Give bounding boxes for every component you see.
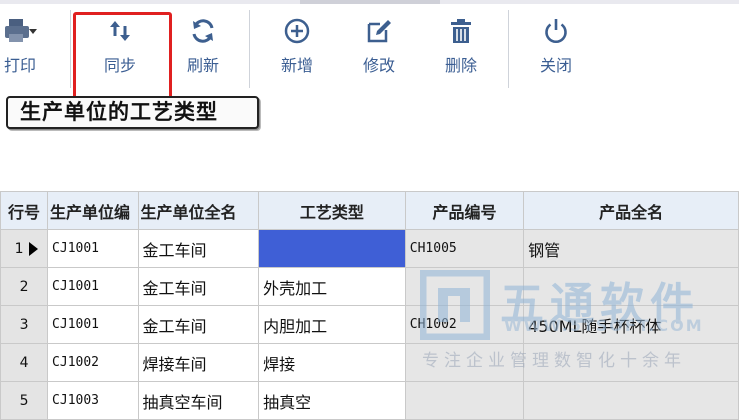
- column-header[interactable]: 行号: [0, 191, 49, 230]
- product-name-cell[interactable]: 钢管: [523, 229, 739, 268]
- add-label: 新增: [280, 56, 313, 75]
- sync-highlight-box: [73, 12, 172, 107]
- refresh-icon: [192, 19, 214, 43]
- toolbar-separator: [70, 10, 71, 88]
- process-type-cell[interactable]: [258, 229, 406, 268]
- close-label: 关闭: [539, 56, 572, 75]
- column-header[interactable]: 产品全名: [523, 191, 739, 230]
- toolbar-separator: [508, 10, 509, 88]
- add-button[interactable]: 新增: [271, 14, 323, 86]
- table-header-row: 行号 生产单位编 生产单位全名 工艺类型 产品编号 产品全名: [0, 191, 739, 230]
- edit-button[interactable]: 修改: [353, 14, 405, 86]
- print-label: 打印: [3, 56, 36, 75]
- unit-code-cell[interactable]: CJ1002: [47, 343, 139, 382]
- delete-button[interactable]: 删除: [435, 14, 487, 86]
- product-code-cell[interactable]: [404, 267, 525, 306]
- process-type-cell[interactable]: 内胆加工: [258, 305, 406, 344]
- product-name-cell[interactable]: [523, 267, 739, 306]
- product-code-cell[interactable]: CH1005: [404, 229, 525, 268]
- trash-icon: [451, 19, 471, 43]
- table-row[interactable]: 3 CJ1001 金工车间 内胆加工 CH1002 450ML随手杯杯体: [0, 305, 739, 344]
- table-row[interactable]: 4 CJ1002 焊接车间 焊接: [0, 343, 739, 382]
- current-row-indicator-icon: [29, 242, 38, 256]
- row-number-cell: 2: [0, 267, 49, 306]
- print-button[interactable]: 打印: [0, 14, 46, 86]
- product-name-cell[interactable]: [523, 343, 739, 382]
- edit-label: 修改: [362, 56, 395, 75]
- toolbar-separator: [249, 10, 250, 88]
- table-row[interactable]: 1 CJ1001 金工车间 CH1005 钢管: [0, 229, 739, 268]
- column-header[interactable]: 生产单位全名: [137, 191, 260, 230]
- unit-code-cell[interactable]: CJ1001: [47, 267, 139, 306]
- unit-code-cell[interactable]: CJ1001: [47, 229, 139, 268]
- printer-icon: [5, 19, 37, 42]
- refresh-label: 刷新: [186, 56, 219, 75]
- process-type-cell[interactable]: 外壳加工: [258, 267, 406, 306]
- process-type-table: 行号 生产单位编 生产单位全名 工艺类型 产品编号 产品全名 1 CJ1001 …: [0, 191, 739, 420]
- column-header[interactable]: 生产单位编: [47, 191, 139, 230]
- power-icon: [545, 19, 567, 43]
- row-number: 1: [14, 240, 24, 257]
- process-type-cell[interactable]: 焊接: [258, 343, 406, 382]
- refresh-button[interactable]: 刷新: [177, 14, 229, 86]
- unit-name-cell[interactable]: 金工车间: [137, 267, 260, 306]
- toolbar: 打印 同步 刷新 新增 修改 删除 关闭: [0, 4, 739, 107]
- unit-code-cell[interactable]: CJ1001: [47, 305, 139, 344]
- row-number-cell: 4: [0, 343, 49, 382]
- table-row[interactable]: 2 CJ1001 金工车间 外壳加工: [0, 267, 739, 306]
- unit-name-cell[interactable]: 焊接车间: [137, 343, 260, 382]
- edit-pencil-icon: [367, 20, 391, 43]
- product-name-cell[interactable]: 450ML随手杯杯体: [523, 305, 739, 344]
- product-code-cell[interactable]: CH1002: [404, 305, 525, 344]
- plus-circle-icon: [284, 18, 310, 44]
- unit-name-cell[interactable]: 金工车间: [137, 229, 260, 268]
- close-button[interactable]: 关闭: [530, 14, 582, 86]
- delete-label: 删除: [444, 56, 477, 75]
- page-title: 生产单位的工艺类型: [6, 96, 259, 129]
- product-code-cell[interactable]: [404, 343, 525, 382]
- column-header[interactable]: 工艺类型: [258, 191, 406, 230]
- column-header[interactable]: 产品编号: [404, 191, 525, 230]
- unit-name-cell[interactable]: 金工车间: [137, 305, 260, 344]
- row-number-cell: 3: [0, 305, 49, 344]
- row-number-cell: 1: [0, 229, 49, 268]
